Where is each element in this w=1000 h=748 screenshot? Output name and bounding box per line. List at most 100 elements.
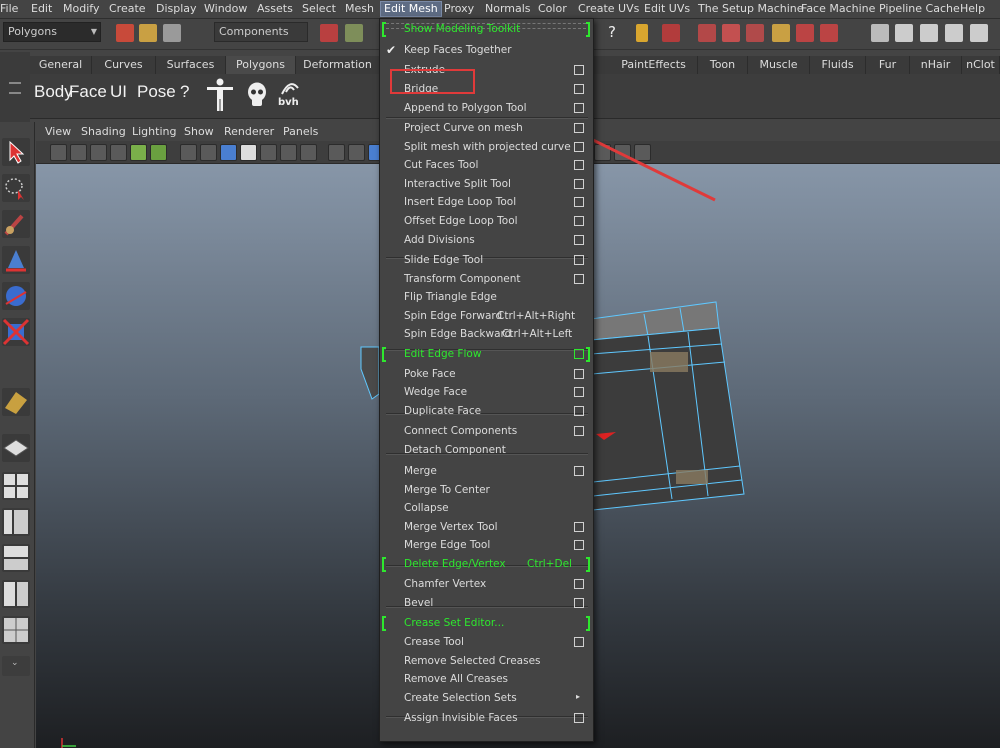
field-chart-icon[interactable] — [260, 144, 277, 161]
menu-item-create-selection-sets[interactable]: Create Selection Sets ▸ — [380, 690, 593, 708]
gate-mask-icon[interactable] — [240, 144, 257, 161]
bvh-import-button[interactable]: bvh — [278, 78, 302, 114]
menu-item-add-divisions[interactable]: Add Divisions — [380, 232, 593, 250]
shelf-tab-ncloth[interactable]: nClot — [962, 56, 1000, 74]
layout-hypershade-icon[interactable] — [2, 580, 30, 608]
menu-item-spin-edge-backward[interactable]: Spin Edge Backward Ctrl+Alt+Left — [380, 326, 593, 344]
menu-select[interactable]: Select — [302, 2, 336, 16]
safe-title-icon[interactable] — [300, 144, 317, 161]
film-gate-icon[interactable] — [200, 144, 217, 161]
menu-item-bevel[interactable]: Bevel — [380, 595, 593, 613]
menu-item-connect-components[interactable]: Connect Components — [380, 423, 593, 441]
layout-dope-icon[interactable] — [2, 616, 30, 644]
paint-select-icon[interactable] — [2, 210, 30, 238]
option-box-icon[interactable] — [574, 142, 584, 152]
shelf-tab-surfaces[interactable]: Surfaces — [156, 56, 226, 74]
menu-window[interactable]: Window — [204, 2, 247, 16]
panel-menu-renderer[interactable]: Renderer — [224, 125, 274, 138]
option-box-icon[interactable] — [574, 216, 584, 226]
resolution-gate-icon[interactable] — [220, 144, 237, 161]
shelf-body-button[interactable]: Body — [34, 82, 73, 102]
shelf-ui-button[interactable]: UI — [110, 82, 127, 102]
option-box-icon[interactable] — [574, 235, 584, 245]
menu-item-transform-component[interactable]: Transform Component — [380, 271, 593, 289]
two-d-pan-icon[interactable] — [130, 144, 147, 161]
snap-grid-icon[interactable] — [698, 24, 716, 42]
bookmark-icon[interactable] — [90, 144, 107, 161]
menu-display[interactable]: Display — [156, 2, 197, 16]
menu-item-slide-edge-tool[interactable]: Slide Edge Tool — [380, 252, 593, 270]
snap-point-icon[interactable] — [746, 24, 764, 42]
live-surface-icon[interactable] — [820, 24, 838, 42]
toolbox-expand-icon[interactable]: ⌄ — [2, 656, 30, 676]
panel-menu-shading[interactable]: Shading — [81, 125, 126, 138]
menu-face-machine[interactable]: Face Machine — [801, 2, 875, 16]
snap-surface-icon[interactable] — [772, 24, 790, 42]
shelf-tab-deformation[interactable]: Deformation — [296, 56, 380, 74]
menu-assets[interactable]: Assets — [257, 2, 293, 16]
option-box-icon[interactable] — [574, 65, 584, 75]
menu-item-crease-tool[interactable]: Crease Tool — [380, 634, 593, 652]
menu-color[interactable]: Color — [538, 2, 567, 16]
shelf-tab-polygons[interactable]: Polygons — [226, 56, 296, 74]
camera-attr-icon[interactable] — [70, 144, 87, 161]
option-box-icon[interactable] — [574, 598, 584, 608]
shelf-tab-general[interactable]: General — [30, 56, 92, 74]
option-box-icon[interactable] — [574, 579, 584, 589]
select-object-icon[interactable] — [345, 24, 363, 42]
lock-icon[interactable] — [636, 24, 648, 42]
option-box-icon[interactable] — [574, 349, 584, 359]
option-box-icon[interactable] — [574, 522, 584, 532]
render-settings-icon[interactable] — [945, 24, 963, 42]
menu-item-spin-edge-forward[interactable]: Spin Edge Forward Ctrl+Alt+Right — [380, 308, 593, 326]
menu-item-merge-to-center[interactable]: Merge To Center — [380, 482, 593, 500]
menu-item-edit-edge-flow[interactable]: Edit Edge Flow — [380, 346, 593, 364]
option-box-icon[interactable] — [574, 369, 584, 379]
menu-item-project-curve-on-mesh[interactable]: Project Curve on mesh — [380, 120, 593, 138]
menu-item-collapse[interactable]: Collapse — [380, 500, 593, 518]
menu-pipeline-cache[interactable]: Pipeline Cache — [879, 2, 960, 16]
universal-manip-icon[interactable] — [2, 388, 30, 416]
menu-mesh[interactable]: Mesh — [345, 2, 374, 16]
menu-item-cut-faces-tool[interactable]: Cut Faces Tool — [380, 157, 593, 175]
menu-edit-uvs[interactable]: Edit UVs — [644, 2, 690, 16]
menu-item-split-mesh-with-projected-curve[interactable]: Split mesh with projected curve — [380, 139, 593, 157]
move-tool-icon[interactable] — [2, 246, 30, 274]
shelf-tab-painteffects[interactable]: PaintEffects — [610, 56, 698, 74]
menu-item-flip-triangle-edge[interactable]: Flip Triangle Edge — [380, 289, 593, 307]
t-pose-figure-icon[interactable] — [205, 78, 235, 112]
shelf-tab-nhair[interactable]: nHair — [910, 56, 962, 74]
menu-item-interactive-split-tool[interactable]: Interactive Split Tool — [380, 176, 593, 194]
camera-select-icon[interactable] — [50, 144, 67, 161]
option-box-icon[interactable] — [574, 274, 584, 284]
help-glyph[interactable]: ? — [608, 23, 616, 41]
shelf-menu-icon[interactable] — [9, 82, 21, 94]
rotate-tool-icon[interactable] — [2, 282, 30, 310]
shelf-face-button[interactable]: Face — [69, 82, 107, 102]
menu-edit[interactable]: Edit — [31, 2, 52, 16]
open-scene-icon[interactable] — [139, 24, 157, 42]
menu-item-remove-selected-creases[interactable]: Remove Selected Creases — [380, 653, 593, 671]
shelf-tab-toon[interactable]: Toon — [698, 56, 748, 74]
option-box-icon[interactable] — [574, 197, 584, 207]
option-box-icon[interactable] — [574, 540, 584, 550]
menu-item-crease-set-editor[interactable]: Crease Set Editor... — [380, 615, 593, 633]
menu-item-duplicate-face[interactable]: Duplicate Face — [380, 403, 593, 421]
menu-create[interactable]: Create — [109, 2, 146, 16]
menu-item-insert-edge-loop-tool[interactable]: Insert Edge Loop Tool — [380, 194, 593, 212]
menu-item-keep-faces-together[interactable]: ✔ Keep Faces Together — [380, 42, 593, 60]
option-box-icon[interactable] — [574, 713, 584, 723]
option-box-icon[interactable] — [574, 637, 584, 647]
option-box-icon[interactable] — [574, 406, 584, 416]
shelf-tab-muscle[interactable]: Muscle — [748, 56, 810, 74]
menu-set-dropdown[interactable]: Polygons ▼ — [3, 22, 101, 42]
layout-four-icon[interactable] — [2, 472, 30, 500]
skull-icon[interactable] — [246, 82, 268, 108]
menu-item-show-modeling-toolkit[interactable]: Show Modeling Toolkit — [380, 21, 593, 39]
menu-item-remove-all-creases[interactable]: Remove All Creases — [380, 671, 593, 689]
menu-normals[interactable]: Normals — [485, 2, 531, 16]
menu-the-setup-machine[interactable]: The Setup Machine — [698, 2, 804, 16]
menu-item-merge-edge-tool[interactable]: Merge Edge Tool — [380, 537, 593, 555]
menu-item-wedge-face[interactable]: Wedge Face — [380, 384, 593, 402]
shelf-tab-curves[interactable]: Curves — [92, 56, 156, 74]
